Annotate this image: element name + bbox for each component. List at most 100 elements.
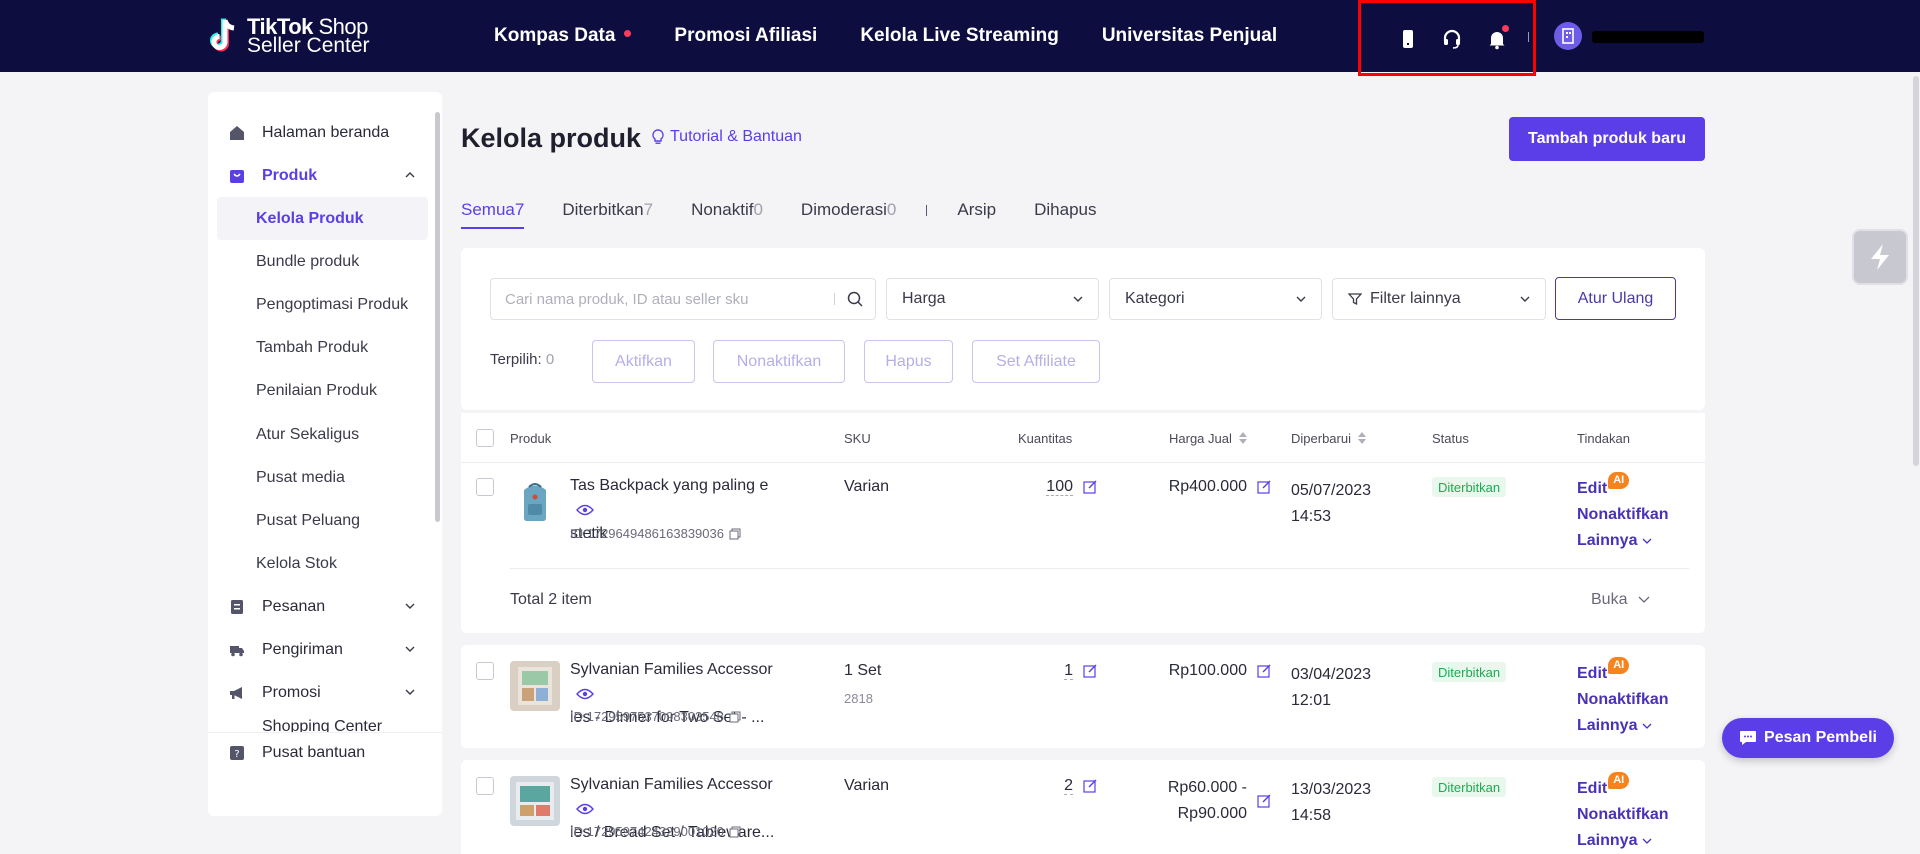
select-all-checkbox[interactable] bbox=[476, 429, 494, 447]
sidebar-item-pesanan[interactable]: Pesanan bbox=[208, 585, 428, 628]
eye-icon[interactable] bbox=[576, 688, 594, 700]
nav-kelola-live-streaming[interactable]: Kelola Live Streaming bbox=[860, 25, 1059, 47]
eye-icon[interactable] bbox=[576, 504, 594, 516]
add-new-product-button[interactable]: Tambah produk baru bbox=[1509, 117, 1705, 161]
more-link[interactable]: Lainnya bbox=[1577, 528, 1669, 554]
sku-value: Varian bbox=[844, 777, 890, 794]
total-items-label: Total 2 item bbox=[510, 591, 592, 608]
sidebar-item-atur-sekaligus[interactable]: Atur Sekaligus bbox=[208, 413, 428, 456]
account-avatar[interactable] bbox=[1554, 22, 1582, 50]
edit-quantity-icon[interactable] bbox=[1083, 664, 1097, 678]
tab-arsip[interactable]: Arsip bbox=[957, 200, 996, 220]
tab-diterbitkan[interactable]: Diterbitkan7 bbox=[562, 200, 653, 220]
floating-assistant-button[interactable] bbox=[1852, 229, 1908, 285]
sku-value: Varian bbox=[844, 478, 890, 495]
edit-price-icon[interactable] bbox=[1257, 664, 1271, 678]
sidebar-item-promosi[interactable]: Promosi bbox=[208, 671, 428, 714]
reset-button[interactable]: Atur Ulang bbox=[1555, 277, 1676, 320]
header-sku: SKU bbox=[844, 430, 871, 446]
page-scrollbar-thumb[interactable] bbox=[1913, 76, 1919, 466]
sidebar-item-pusat-media[interactable]: Pusat media bbox=[208, 456, 428, 499]
more-link[interactable]: Lainnya bbox=[1577, 828, 1669, 854]
tutorial-link[interactable]: Tutorial & Bantuan bbox=[651, 128, 802, 146]
tab-nonaktif[interactable]: Nonaktif0 bbox=[691, 200, 763, 220]
row-checkbox[interactable] bbox=[476, 662, 494, 680]
edit-link[interactable]: Edit bbox=[1577, 780, 1607, 797]
quantity-cell: 1 bbox=[1027, 662, 1097, 680]
chevron-down-icon bbox=[405, 689, 415, 695]
chevron-down-icon bbox=[1638, 596, 1650, 603]
filter-funnel-icon bbox=[1348, 293, 1362, 306]
nav-universitas-penjual[interactable]: Universitas Penjual bbox=[1102, 25, 1277, 47]
sidebar-item-penilaian-produk[interactable]: Penilaian Produk bbox=[208, 369, 428, 412]
page-scrollbar[interactable] bbox=[1912, 72, 1920, 854]
deactivate-link[interactable]: Nonaktifkan bbox=[1577, 687, 1669, 713]
row-divider bbox=[510, 568, 1689, 569]
sidebar-item-home[interactable]: Halaman beranda bbox=[208, 111, 428, 154]
row-checkbox[interactable] bbox=[476, 777, 494, 795]
search-input[interactable] bbox=[491, 290, 834, 308]
edit-quantity-icon[interactable] bbox=[1083, 480, 1097, 494]
delete-button[interactable]: Hapus bbox=[864, 340, 953, 383]
deactivate-button[interactable]: Nonaktifkan bbox=[713, 340, 845, 383]
mobile-icon[interactable] bbox=[1396, 27, 1420, 51]
set-affiliate-button[interactable]: Set Affiliate bbox=[972, 340, 1100, 383]
sidebar-item-pengoptimasi-produk[interactable]: Pengoptimasi Produk bbox=[208, 283, 428, 326]
sidebar-item-pusat-bantuan[interactable]: ? Pusat bantuan bbox=[208, 733, 428, 773]
edit-quantity-icon[interactable] bbox=[1083, 779, 1097, 793]
sidebar-item-shopping-center[interactable]: Shopping Center bbox=[208, 714, 428, 734]
tab-dihapus[interactable]: Dihapus bbox=[1034, 200, 1096, 220]
tab-dimoderasi[interactable]: Dimoderasi0 bbox=[801, 200, 896, 220]
copy-icon[interactable] bbox=[729, 528, 741, 540]
activate-button[interactable]: Aktifkan bbox=[592, 340, 695, 383]
sidebar-item-produk[interactable]: Produk bbox=[208, 154, 428, 197]
highlight-box-nav-icons bbox=[1358, 0, 1536, 76]
buyer-message-button[interactable]: Pesan Pembeli bbox=[1722, 718, 1894, 758]
deactivate-link[interactable]: Nonaktifkan bbox=[1577, 802, 1669, 828]
sidebar-item-bundle-produk[interactable]: Bundle produk bbox=[208, 240, 428, 283]
product-thumbnail-backpack[interactable] bbox=[510, 478, 560, 528]
search-icon[interactable] bbox=[835, 291, 875, 307]
edit-price-icon[interactable] bbox=[1257, 794, 1271, 808]
sidebar-item-tambah-produk[interactable]: Tambah Produk bbox=[208, 326, 428, 369]
status-badge: Diterbitkan bbox=[1432, 662, 1507, 682]
category-dropdown[interactable]: Kategori bbox=[1109, 278, 1322, 320]
sidebar-item-kelola-produk[interactable]: Kelola Produk bbox=[217, 197, 428, 240]
header-price[interactable]: Harga Jual bbox=[1169, 413, 1248, 463]
more-link[interactable]: Lainnya bbox=[1577, 713, 1669, 739]
table-row: Sylvanian Families Accessor ies / Bread S… bbox=[461, 760, 1705, 854]
eye-icon[interactable] bbox=[576, 803, 594, 815]
copy-icon[interactable] bbox=[729, 711, 741, 723]
product-thumbnail-bread-set[interactable] bbox=[510, 776, 560, 826]
header-updated[interactable]: Diperbarui bbox=[1291, 413, 1367, 463]
account-name-redacted[interactable] bbox=[1592, 31, 1704, 43]
copy-icon[interactable] bbox=[729, 826, 741, 838]
tab-semua[interactable]: Semua7 bbox=[461, 200, 525, 229]
sidebar-item-pengiriman[interactable]: Pengiriman bbox=[208, 628, 428, 671]
bell-icon[interactable] bbox=[1485, 25, 1509, 51]
edit-price-icon[interactable] bbox=[1257, 480, 1271, 494]
nav-kompas-data[interactable]: Kompas Data bbox=[494, 25, 632, 47]
headset-icon[interactable] bbox=[1440, 27, 1464, 51]
price-dropdown[interactable]: Harga bbox=[886, 278, 1099, 320]
edit-link[interactable]: Edit bbox=[1577, 480, 1607, 497]
sku-value: 1 Set bbox=[844, 662, 882, 679]
deactivate-link[interactable]: Nonaktifkan bbox=[1577, 502, 1669, 528]
sidebar-scrollbar[interactable] bbox=[435, 112, 440, 522]
updated-cell: 05/07/2023 14:53 bbox=[1291, 482, 1372, 525]
edit-link[interactable]: Edit bbox=[1577, 665, 1607, 682]
product-thumbnail-dinner-set[interactable] bbox=[510, 661, 560, 711]
nav-promosi-afiliasi[interactable]: Promosi Afiliasi bbox=[674, 25, 817, 47]
product-bag-icon bbox=[230, 169, 244, 183]
sidebar-item-pusat-peluang[interactable]: Pusat Peluang bbox=[208, 499, 428, 542]
more-filters-dropdown[interactable]: Filter lainnya bbox=[1332, 278, 1546, 320]
sidebar-item-kelola-stok[interactable]: Kelola Stok bbox=[208, 542, 428, 585]
row-checkbox[interactable] bbox=[476, 478, 494, 496]
expand-toggle[interactable]: Buka bbox=[1591, 591, 1650, 609]
tiktok-shop-logo[interactable]: TikTok Shop Seller Center bbox=[209, 16, 370, 56]
quantity-value: 100 bbox=[1046, 478, 1073, 496]
chevron-down-icon bbox=[1520, 296, 1530, 302]
ai-badge: AI bbox=[1608, 657, 1630, 674]
price-cell: Rp60.000 - Rp90.000 bbox=[1111, 775, 1271, 827]
lightbulb-icon bbox=[652, 129, 664, 144]
